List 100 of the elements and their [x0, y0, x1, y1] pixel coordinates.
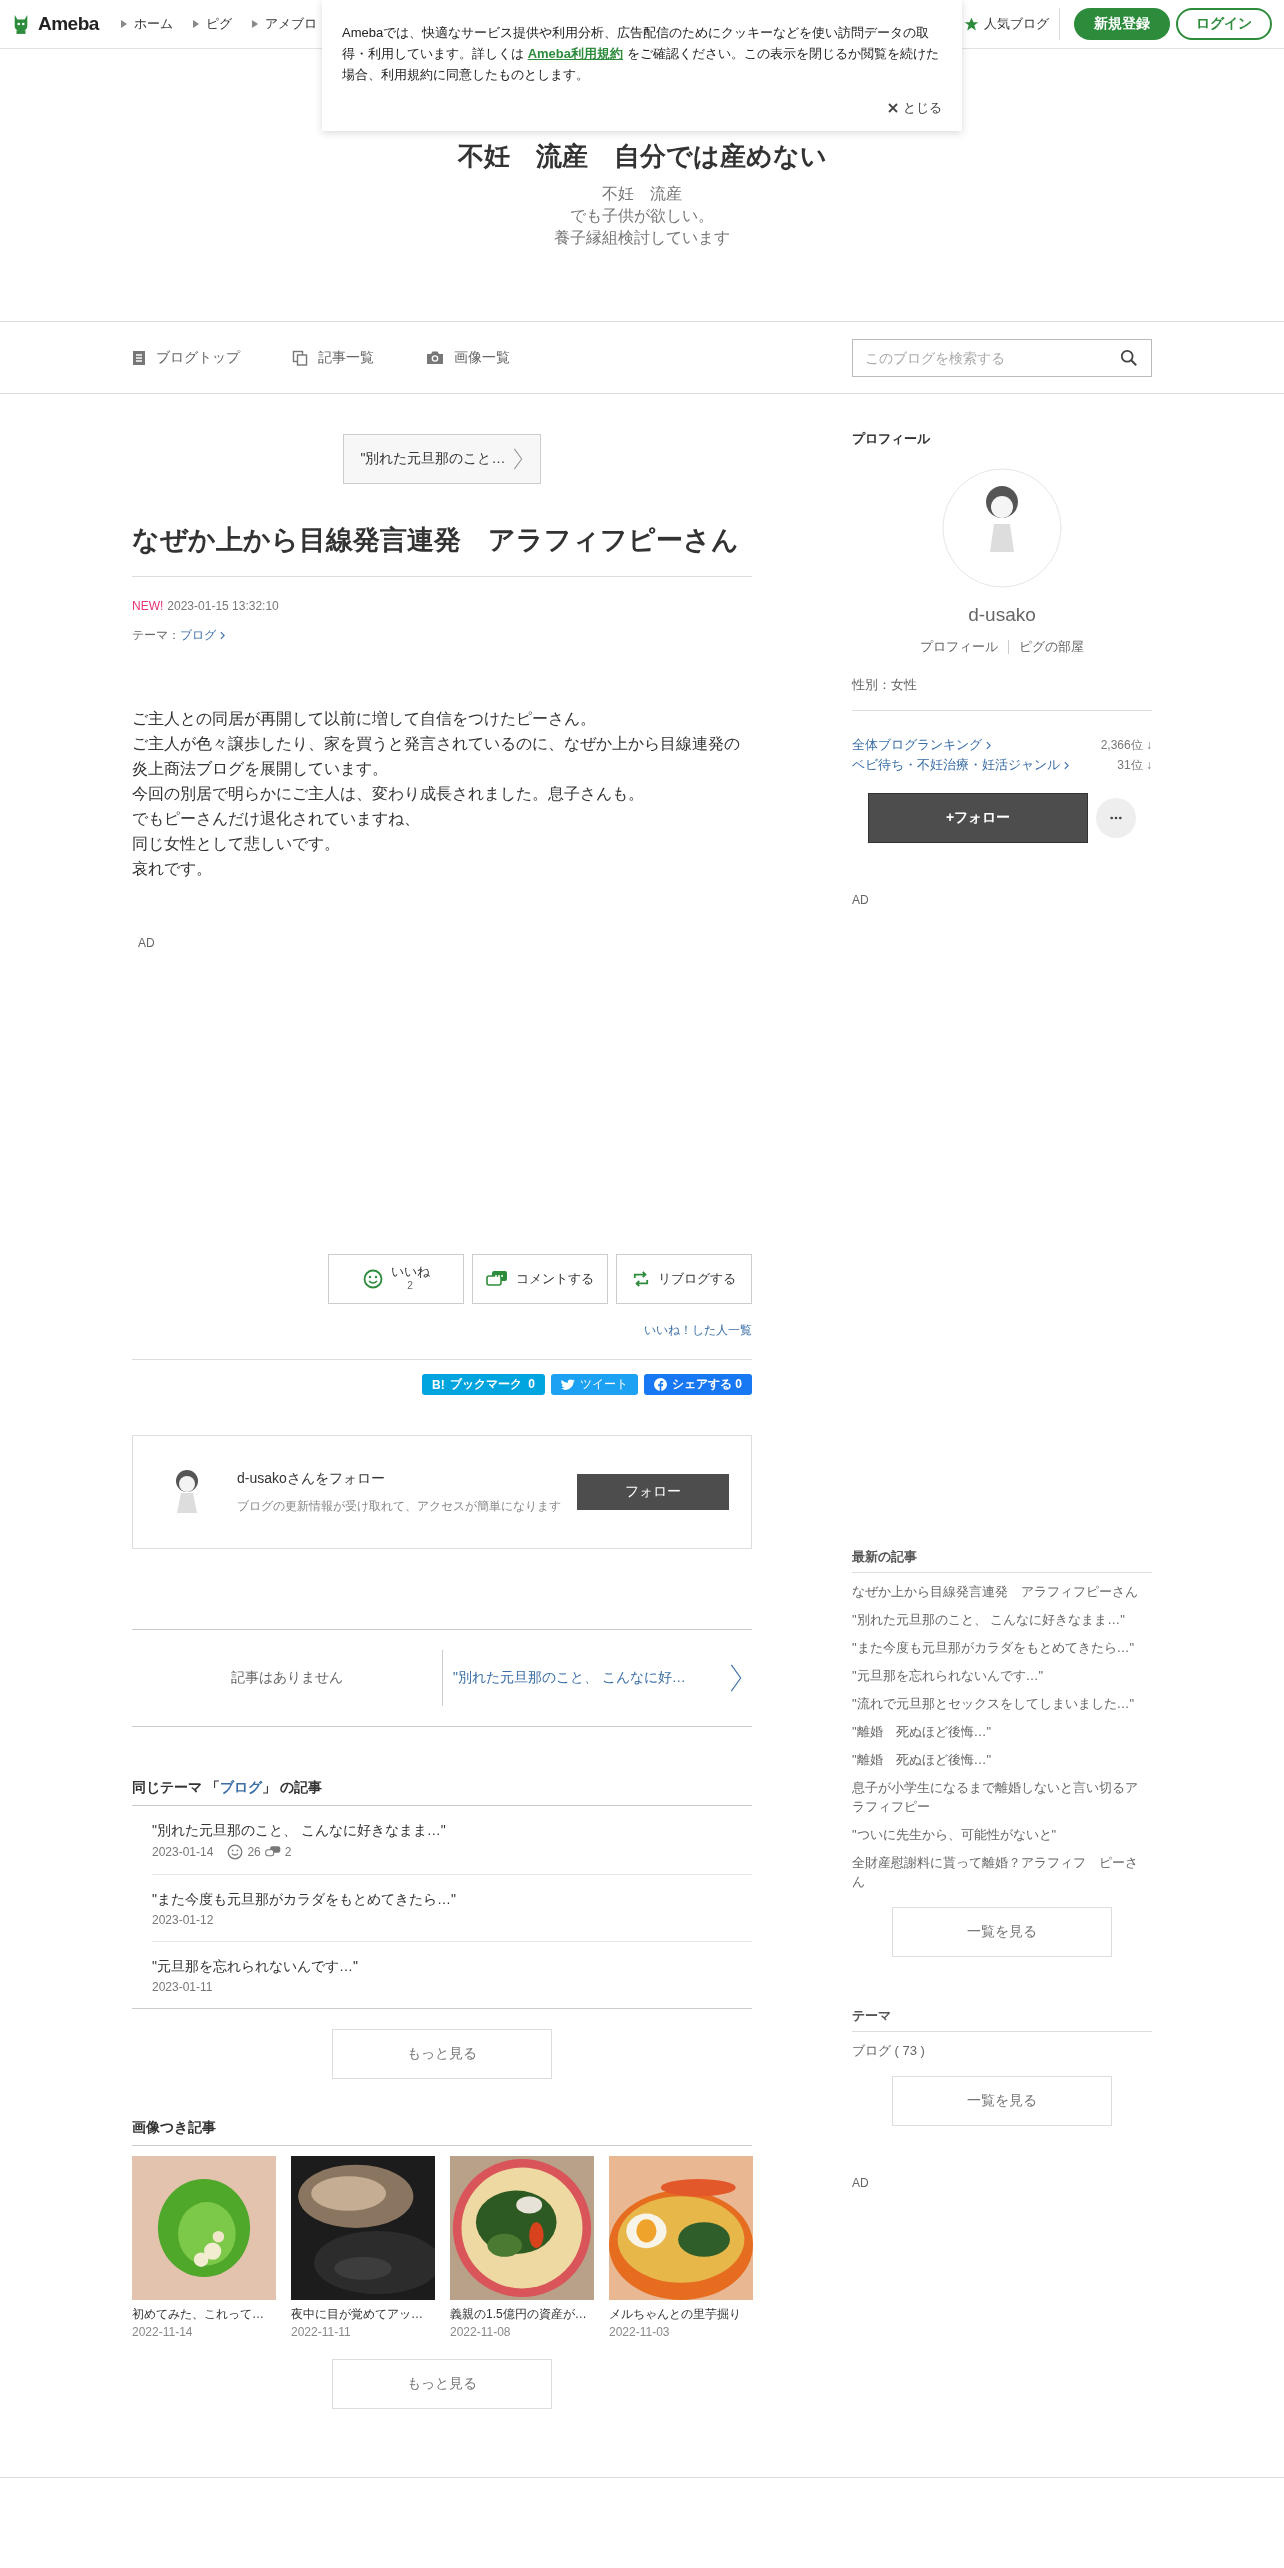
like-count: 26	[247, 1845, 261, 1859]
star-icon	[964, 16, 979, 32]
ad-label: AD	[852, 893, 870, 909]
bird-icon	[561, 1378, 575, 1391]
search-field[interactable]: このブログを検索する	[852, 338, 1152, 377]
blog-description-line: 不妊 流産	[601, 184, 683, 204]
image-article-date: 2022-11-11	[291, 2325, 352, 2339]
smiley-icon	[362, 1269, 383, 1289]
login-button[interactable]: ログイン	[1176, 8, 1272, 40]
latest-article-link[interactable]: なぜか上から目線発言連発 アラフィフピーさん	[852, 1582, 1152, 1601]
profile-link[interactable]: ピグの部屋	[1009, 638, 1094, 656]
view-list-button[interactable]: 一覧を見る	[892, 2076, 1112, 2126]
themes-heading: テーマ	[852, 2007, 1152, 2032]
related-article-title[interactable]: "元旦那を忘れられないんです…"	[152, 1958, 752, 1976]
latest-article-link[interactable]: "離婚 死ぬほど後悔…"	[852, 1750, 1152, 1769]
search-icon[interactable]	[1120, 348, 1138, 367]
related-article-title[interactable]: "また今度も元旦那がカラダをもとめてきたら…"	[152, 1891, 752, 1909]
next-article-button[interactable]: "別れた元旦那のこと…	[343, 434, 541, 484]
nav-link[interactable]: アメブロ	[251, 15, 317, 33]
comment-count: 2	[284, 1845, 292, 1859]
comment-button[interactable]: コメントする	[472, 1254, 608, 1304]
image-article-title[interactable]: 夜中に目が覚めてアッ…	[291, 2306, 435, 2323]
facebook-icon	[654, 1378, 667, 1391]
comment-icon	[486, 1270, 508, 1288]
follow-description: ブログの更新情報が受け取れて、アクセスが簡単になります	[237, 1497, 562, 1515]
refresh-icon	[632, 1271, 650, 1287]
follow-button[interactable]: +フォロー	[868, 793, 1088, 843]
profile-link[interactable]: プロフィール	[910, 638, 1008, 656]
profile-name[interactable]: d-usako	[852, 604, 1152, 626]
latest-article-link[interactable]: "離婚 死ぬほど後悔…"	[852, 1722, 1152, 1741]
ranking-position: 31位 ↓	[1117, 757, 1152, 774]
new-label: NEW!	[132, 599, 164, 613]
more-button[interactable]: もっと見る	[332, 2359, 552, 2409]
popular-blogs-link[interactable]: 人気ブログ	[964, 15, 1049, 33]
image-article-title[interactable]: 初めてみた、これって…	[132, 2306, 276, 2323]
reblog-button[interactable]: リブログする	[616, 1254, 752, 1304]
image-article-title[interactable]: メルちゃんとの里芋掘り	[609, 2306, 753, 2323]
latest-article-link[interactable]: "元旦那を忘れられないんです…"	[852, 1666, 1152, 1685]
smiley-icon	[227, 1844, 244, 1860]
theme-link[interactable]: ブログ	[180, 627, 225, 644]
ranking-position: 2,366位 ↓	[1100, 737, 1152, 754]
nav-link[interactable]: ピグ	[192, 15, 232, 33]
view-list-button[interactable]: 一覧を見る	[892, 1907, 1112, 1957]
logo-mascot-icon[interactable]	[12, 13, 30, 35]
same-theme-heading: 同じテーマ 「ブログ」 の記事	[132, 1779, 752, 1806]
signup-button[interactable]: 新規登録	[1074, 8, 1170, 40]
image-article-date: 2022-11-03	[609, 2325, 671, 2339]
close-icon[interactable]	[888, 103, 898, 113]
article-text: ご主人との同居が再開して以前に増して自信をつけたピーさん。	[132, 709, 597, 729]
image-article-date: 2022-11-08	[450, 2325, 512, 2339]
terms-link[interactable]: Ameba利用規約	[527, 46, 623, 61]
article-text: 同じ女性として悲しいです。	[132, 834, 341, 854]
article-text: でもピーさんだけ退化されていますね、	[132, 809, 421, 829]
next-article-link[interactable]: "別れた元旦那のこと、 こんなに好…	[442, 1650, 752, 1706]
theme-label: テーマ：	[132, 627, 180, 644]
profile-heading: プロフィール	[852, 430, 931, 448]
latest-article-link[interactable]: "流れで元旦那とセックスをしてしまいました…"	[852, 1694, 1152, 1713]
like-button[interactable]: いいね 2	[328, 1254, 464, 1304]
ranking-link[interactable]: 全体ブログランキング	[852, 735, 991, 755]
close-button[interactable]: とじる	[888, 99, 942, 117]
latest-article-link[interactable]: "また今度も元旦那がカラダをもとめてきたら…"	[852, 1638, 1152, 1657]
blog-description-line: 養子縁組検討しています	[553, 228, 731, 248]
avatar-icon[interactable]	[942, 468, 1062, 588]
image-article-date: 2022-11-14	[132, 2325, 194, 2339]
article-text: ご主人が色々譲歩したり、家を買うと発言されているのに、なぜか上から目線連発の炎上商法ブログを展開しています。	[132, 734, 741, 779]
blog-title[interactable]: 不妊 流産 自分では産めない	[0, 141, 1284, 171]
image-articles-heading: 画像つき記事	[132, 2119, 752, 2146]
copy-icon	[292, 349, 308, 366]
chevron-right-icon	[1064, 760, 1069, 770]
ad-label: AD	[137, 936, 156, 952]
related-article-title[interactable]: "別れた元旦那のこと、 こんなに好きなまま…"	[152, 1822, 752, 1840]
follow-title: d-usakoさんをフォロー	[237, 1469, 386, 1488]
related-article-date: 2023-01-14	[152, 1845, 214, 1859]
article-title: なぜか上から目線発言連発 アラフィフピーさん	[132, 522, 752, 577]
caret-icon	[251, 20, 258, 28]
latest-article-link[interactable]: "ついに先生から、可能性がないと"	[852, 1825, 1152, 1844]
related-article-date: 2023-01-11	[152, 1980, 213, 1994]
ad-label: AD	[852, 2176, 870, 2190]
latest-article-link[interactable]: "別れた元旦那のこと、 こんなに好きなまま…"	[852, 1610, 1152, 1629]
follow-button[interactable]: フォロー	[577, 1474, 729, 1510]
more-button[interactable]: もっと見る	[332, 2029, 552, 2079]
blog-nav-link[interactable]: ブログトップ	[132, 348, 240, 367]
site-logo[interactable]: Ameba	[38, 13, 99, 35]
theme-link[interactable]: ブログ ( 73 )	[852, 2041, 1152, 2060]
document-icon	[132, 349, 146, 366]
image-article-title[interactable]: 義親の1.5億円の資産が…	[450, 2306, 594, 2323]
latest-article-link[interactable]: 息子が小学生になるまで離婚しないと言い切るアラフィフピー	[852, 1778, 1152, 1816]
nav-link[interactable]: ホーム	[120, 15, 173, 33]
blog-nav-link[interactable]: 記事一覧	[292, 348, 374, 367]
facebook-share-button[interactable]: シェアする 0	[644, 1374, 752, 1395]
chevron-right-icon	[730, 1664, 742, 1692]
caret-icon	[192, 20, 199, 28]
article-date: 2023-01-15 13:32:10	[167, 599, 279, 613]
latest-article-link[interactable]: 全財産慰謝料に貰って離婚？アラフィフ ピーさん	[852, 1853, 1152, 1891]
article-text: 哀れです。	[132, 859, 213, 879]
ranking-link[interactable]: ベビ待ち・不妊治療・妊活ジャンル	[852, 755, 1069, 775]
likers-link[interactable]: いいね！した人一覧	[644, 1323, 752, 1337]
camera-icon	[426, 350, 444, 365]
blog-nav-link[interactable]: 画像一覧	[426, 348, 510, 367]
chevron-right-icon	[220, 631, 225, 640]
